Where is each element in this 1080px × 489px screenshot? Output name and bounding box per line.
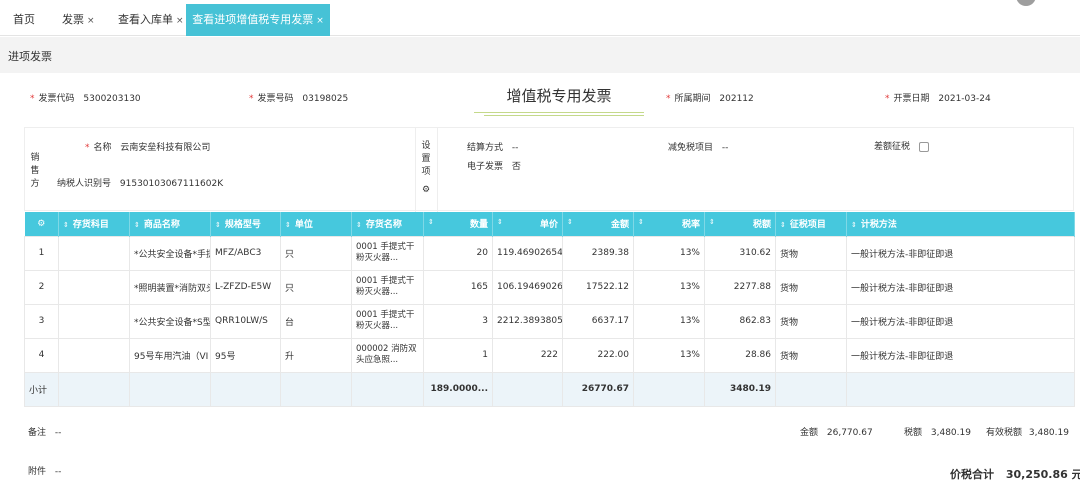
seller-section: 销 售 方 * 名称 云南安垒科技有限公司 纳税人识别号 915301030671… bbox=[24, 127, 1074, 212]
tax-summary: 税额 3,480.19 bbox=[904, 428, 971, 438]
close-icon[interactable]: × bbox=[87, 16, 95, 26]
gear-icon[interactable]: ⚙ bbox=[37, 219, 45, 229]
seller-section-label: 销 售 方 bbox=[30, 153, 40, 189]
tab-bar: 首页 发票 × 查看入库单 × 查看进项增值税专用发票 × bbox=[0, 0, 1080, 36]
column-header[interactable]: ⇕ 存货科目 bbox=[58, 212, 130, 236]
issue-date-field: * 开票日期 2021-03-24 bbox=[885, 94, 991, 104]
tab-home[interactable]: 首页 bbox=[13, 4, 35, 36]
seller-name-field: * 名称 云南安垒科技有限公司 bbox=[85, 143, 211, 153]
sort-arrows-icon[interactable]: ⇕ bbox=[780, 221, 786, 229]
subtotal-row: 小计 189.0000... 26770.67 3480.19 bbox=[24, 371, 1075, 407]
title-underline bbox=[484, 115, 644, 116]
invoice-code-field: * 发票代码 5300203130 bbox=[30, 94, 141, 104]
invoice-items-table: ⚙ ⇕ 存货科目 ⇕ 商品名称 ⇕ 规格型号 ⇕ 单位 ⇕ 存货名称 ⇕ 数量 ⇕ 单价 ⇕ 金… bbox=[24, 212, 1075, 407]
column-header[interactable]: ⇕ 计税方法 bbox=[846, 212, 1075, 236]
column-header[interactable]: ⇕ 征税项目 bbox=[775, 212, 847, 236]
table-header-row: ⚙ ⇕ 存货科目 ⇕ 商品名称 ⇕ 规格型号 ⇕ 单位 ⇕ 存货名称 ⇕ 数量 ⇕ 单价 ⇕ 金… bbox=[24, 212, 1075, 236]
tax-reduction-field: 减免税项目 -- bbox=[668, 143, 729, 153]
column-header[interactable]: ⇕ 单位 bbox=[280, 212, 352, 236]
settlement-method-field: 结算方式 -- bbox=[467, 143, 519, 153]
tab-view-receipt[interactable]: 查看入库单 × bbox=[118, 4, 184, 36]
page-title: 进项发票 bbox=[8, 50, 52, 63]
period-field: * 所属期间 202112 bbox=[666, 94, 754, 104]
column-header[interactable]: ⇕ 单价 bbox=[492, 212, 563, 236]
column-header[interactable]: ⇕ 税额 bbox=[704, 212, 776, 236]
table-row[interactable]: 1 *公共安全设备*手提 MFZ/ABC3 只 0001 手提式干粉灭火器...… bbox=[24, 235, 1075, 271]
settings-section-label: 设 置 项 ⚙ bbox=[420, 141, 432, 197]
tab-view-vat-invoice[interactable]: 查看进项增值税专用发票 × bbox=[186, 4, 330, 36]
column-header[interactable]: ⇕ 存货名称 bbox=[351, 212, 424, 236]
avatar[interactable] bbox=[1016, 0, 1036, 6]
attachment-field: 附件 -- bbox=[28, 467, 62, 477]
grand-total: 价税合计 30,250.86 元 bbox=[950, 468, 1080, 481]
table-row[interactable]: 2 *照明装置*消防双头 L-ZFZD-E5W 只 0001 手提式干粉灭火器.… bbox=[24, 269, 1075, 305]
invoice-form: * 发票代码 5300203130 * 发票号码 03198025 增值税专用发票 … bbox=[0, 73, 1080, 489]
seller-tax-id-field: 纳税人识别号 91530103067111602K bbox=[57, 179, 224, 189]
invoice-number-field: * 发票号码 03198025 bbox=[249, 94, 349, 104]
diff-tax-field: 差额征税 bbox=[874, 139, 929, 152]
column-header[interactable]: ⇕ 金额 bbox=[562, 212, 634, 236]
amount-summary: 金额 26,770.67 bbox=[800, 428, 873, 438]
column-header[interactable]: ⇕ 数量 bbox=[423, 212, 493, 236]
column-header[interactable]: ⇕ 税率 bbox=[633, 212, 705, 236]
sort-arrows-icon[interactable]: ⇕ bbox=[851, 221, 857, 229]
page-title-bar: 进项发票 bbox=[0, 37, 1080, 73]
sort-arrows-icon[interactable]: ⇕ bbox=[134, 221, 140, 229]
table-row[interactable]: 4 95号车用汽油（VI 95号 升 000002 消防双头应急照... 1 2… bbox=[24, 337, 1075, 373]
sort-arrows-icon[interactable]: ⇕ bbox=[638, 218, 644, 226]
column-header[interactable]: ⇕ 规格型号 bbox=[210, 212, 281, 236]
close-icon[interactable]: × bbox=[176, 16, 184, 26]
diff-tax-checkbox[interactable] bbox=[918, 141, 929, 152]
sort-arrows-icon[interactable]: ⇕ bbox=[709, 218, 715, 226]
remark-field: 备注 -- bbox=[28, 428, 62, 438]
sort-arrows-icon[interactable]: ⇕ bbox=[567, 218, 573, 226]
close-icon[interactable]: × bbox=[316, 16, 324, 26]
gear-icon[interactable]: ⚙ bbox=[420, 184, 432, 197]
sort-arrows-icon[interactable]: ⇕ bbox=[63, 221, 69, 229]
column-settings[interactable]: ⚙ bbox=[24, 212, 59, 236]
invoice-type-title: 增值税专用发票 bbox=[506, 87, 612, 105]
table-row[interactable]: 3 *公共安全设备*S型 QRR10LW/S 台 0001 手提式干粉灭火器..… bbox=[24, 303, 1075, 339]
e-invoice-field: 电子发票 否 bbox=[467, 162, 521, 172]
column-header[interactable]: ⇕ 商品名称 bbox=[129, 212, 211, 236]
title-underline bbox=[474, 112, 644, 113]
tab-invoice[interactable]: 发票 × bbox=[62, 4, 95, 36]
sort-arrows-icon[interactable]: ⇕ bbox=[285, 221, 291, 229]
valid-tax-summary: 有效税额 3,480.19 bbox=[986, 428, 1069, 438]
sort-arrows-icon[interactable]: ⇕ bbox=[428, 218, 434, 226]
sort-arrows-icon[interactable]: ⇕ bbox=[356, 221, 362, 229]
sort-arrows-icon[interactable]: ⇕ bbox=[215, 221, 221, 229]
sort-arrows-icon[interactable]: ⇕ bbox=[497, 218, 503, 226]
